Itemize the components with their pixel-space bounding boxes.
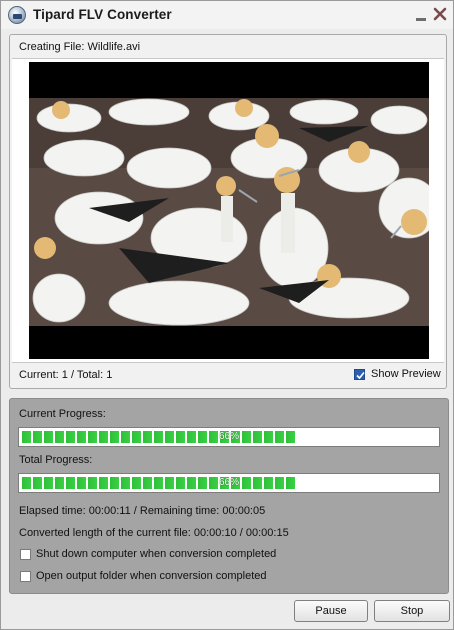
flv-app-icon (8, 6, 26, 24)
open-folder-checkbox[interactable] (20, 571, 31, 582)
stop-button[interactable]: Stop (374, 600, 450, 622)
window-title: Tipard FLV Converter (33, 7, 172, 22)
pause-button[interactable]: Pause (294, 600, 368, 622)
total-progress-percent: 66% (218, 477, 239, 488)
open-folder-label: Open output folder when conversion compl… (36, 570, 267, 582)
minimize-icon[interactable] (414, 8, 428, 22)
shutdown-label: Shut down computer when conversion compl… (36, 548, 277, 560)
progress-panel: Current Progress: 66% Total Progress: 66… (9, 398, 449, 594)
time-status: Elapsed time: 00:00:11 / Remaining time:… (19, 505, 266, 517)
preview-panel: Creating File: Wildlife.avi Current: 1 /… (9, 34, 447, 389)
show-preview-checkbox[interactable] (354, 369, 365, 380)
file-counter: Current: 1 / Total: 1 (19, 369, 113, 381)
shutdown-checkbox[interactable] (20, 549, 31, 560)
current-progress-label: Current Progress: (19, 408, 106, 420)
total-progress-label: Total Progress: (19, 454, 93, 466)
video-frame (29, 62, 429, 359)
gannet-colony-image (29, 98, 429, 326)
close-icon[interactable] (432, 6, 448, 22)
preview-area (12, 58, 444, 363)
show-preview-label: Show Preview (371, 368, 441, 380)
creating-file-label: Creating File: Wildlife.avi (19, 41, 141, 53)
converted-length-status: Converted length of the current file: 00… (19, 527, 289, 539)
converter-window: Tipard FLV Converter Creating File: Wild… (0, 0, 454, 630)
total-progress-bar: 66% (18, 473, 440, 493)
current-progress-percent: 66% (218, 431, 239, 442)
current-progress-bar: 66% (18, 427, 440, 447)
title-bar[interactable]: Tipard FLV Converter (1, 1, 453, 29)
